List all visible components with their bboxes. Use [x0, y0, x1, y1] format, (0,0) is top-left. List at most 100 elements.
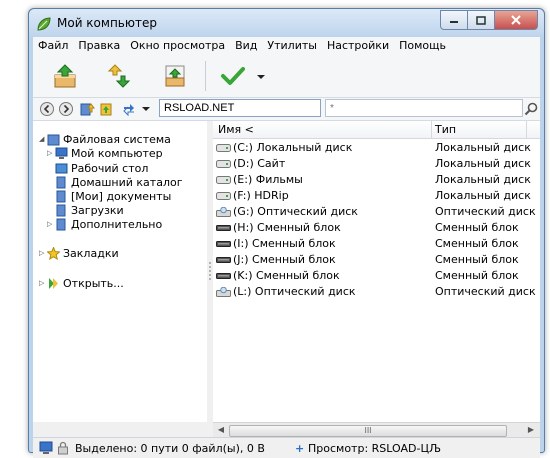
tree-item-my-computer[interactable]: ▷ Мой компьютер: [47, 146, 163, 160]
menu-edit[interactable]: Правка: [73, 37, 125, 55]
menu-file[interactable]: Файл: [33, 37, 73, 55]
check-icon: [221, 67, 245, 85]
column-divider[interactable]: [526, 121, 527, 138]
table-row[interactable]: (C:) Локальный диск Локальный диск: [213, 140, 540, 156]
removable-drive-icon: [216, 241, 231, 247]
tree-item-open[interactable]: ▷ Открыть...: [39, 276, 124, 290]
menu-bar: Файл Правка Окно просмотра Вид Утилиты Н…: [33, 37, 540, 55]
tree-item-label: [Мои] документы: [71, 189, 172, 203]
extract-button[interactable]: [51, 63, 79, 89]
tree-item-filesystem[interactable]: ◢ Файловая система: [39, 132, 171, 146]
tree-item-bookmarks[interactable]: ▷ Закладки: [39, 246, 119, 260]
file-list: Имя < Тип (C:) Локальный диск Локальный …: [213, 121, 540, 422]
row-type: Сменный блок: [435, 237, 519, 250]
scroll-left-icon[interactable]: ◀: [215, 425, 227, 436]
tree-collapsed-arrow-icon[interactable]: ▷: [39, 279, 47, 287]
menu-help[interactable]: Помощь: [394, 37, 451, 55]
column-type[interactable]: Тип: [435, 123, 456, 136]
tree-collapsed-arrow-icon[interactable]: ▷: [39, 249, 47, 257]
filter-input[interactable]: [325, 99, 523, 117]
star-icon: [47, 246, 60, 260]
back-icon[interactable]: [39, 101, 55, 117]
search-icon[interactable]: [523, 101, 539, 117]
sync-icon[interactable]: [121, 101, 137, 117]
row-name: (F:) HDRip: [233, 189, 289, 202]
removable-drive-icon: [216, 257, 231, 263]
open-icon: [49, 277, 58, 289]
client-area: Файл Правка Окно просмотра Вид Утилиты Н…: [33, 37, 540, 458]
row-type: Оптический диск: [435, 285, 536, 298]
title-bar[interactable]: Мой компьютер: [29, 9, 544, 37]
removable-drive-icon: [216, 273, 231, 279]
app-leaf-icon: [37, 17, 51, 31]
computer-icon: [39, 441, 53, 454]
test-dropdown-button[interactable]: [255, 63, 267, 89]
table-row[interactable]: (E:) Фильмы Локальный диск: [213, 172, 540, 188]
tree-item-advanced[interactable]: ▷ Дополнительно: [47, 217, 162, 231]
row-name: (C:) Локальный диск: [233, 141, 353, 154]
scroll-right-icon[interactable]: ▶: [525, 425, 537, 436]
toolbar-separator: [205, 61, 206, 91]
add-archive-button[interactable]: [161, 63, 189, 89]
column-divider[interactable]: [431, 121, 432, 138]
tree-item-label: Домашний каталог: [71, 175, 183, 189]
move-arrows-icon: [107, 64, 131, 88]
add-archive-icon: [165, 65, 185, 87]
row-type: Локальный диск: [435, 189, 531, 202]
table-row[interactable]: (F:) HDRip Локальный диск: [213, 188, 540, 204]
table-row[interactable]: (L:) Оптический диск Оптический диск: [213, 284, 540, 300]
folder-tree-icon[interactable]: [99, 101, 115, 117]
tree-expanded-arrow-icon[interactable]: ◢: [39, 135, 47, 143]
minimize-button[interactable]: [440, 10, 468, 30]
hard-drive-icon: [216, 176, 231, 184]
app-window: Мой компьютер Файл Правка Окно просмотра…: [28, 8, 545, 458]
menu-settings[interactable]: Настройки: [322, 37, 394, 55]
horizontal-scrollbar[interactable]: ◀ III ▶: [213, 422, 540, 438]
folder-icon: [56, 190, 66, 202]
optical-drive-icon: [216, 287, 231, 297]
lock-icon: [58, 441, 68, 455]
menu-view[interactable]: Вид: [230, 37, 262, 55]
table-row[interactable]: (H:) Сменный блок Сменный блок: [213, 220, 540, 236]
address-dropdown-icon[interactable]: [141, 101, 151, 117]
window-controls: [440, 10, 538, 30]
tree-collapsed-arrow-icon[interactable]: ▷: [47, 220, 55, 228]
row-type: Сменный блок: [435, 269, 519, 282]
test-button[interactable]: [219, 63, 247, 89]
row-type: Локальный диск: [435, 141, 531, 154]
table-row[interactable]: (K:) Сменный блок Сменный блок: [213, 268, 540, 284]
address-bar: [33, 98, 540, 121]
table-row[interactable]: (I:) Сменный блок Сменный блок: [213, 236, 540, 252]
forward-icon[interactable]: [58, 101, 74, 117]
move-button[interactable]: [105, 63, 133, 89]
menu-view-window[interactable]: Окно просмотра: [125, 37, 230, 55]
tree-collapsed-arrow-icon[interactable]: ▷: [47, 149, 55, 157]
row-name: (D:) Сайт: [233, 157, 286, 170]
tree-item-label: Рабочий стол: [71, 161, 149, 175]
tree-item-downloads[interactable]: Загрузки: [55, 203, 124, 217]
scroll-thumb[interactable]: III: [229, 425, 507, 437]
folder-icon: [56, 176, 66, 188]
tree-item-home[interactable]: Домашний каталог: [55, 175, 183, 189]
table-row[interactable]: (G:) Оптический диск Оптический диск: [213, 204, 540, 220]
maximize-button[interactable]: [468, 10, 495, 30]
hard-drive-icon: [216, 160, 231, 168]
menu-tools[interactable]: Утилиты: [262, 37, 322, 55]
table-row[interactable]: (J:) Сменный блок Сменный блок: [213, 252, 540, 268]
extract-icon: [54, 64, 76, 88]
close-button[interactable]: [495, 10, 538, 30]
close-icon: [511, 15, 521, 25]
tree-item-label: Открыть...: [63, 276, 124, 290]
hard-drive-icon: [216, 192, 231, 200]
column-header: Имя < Тип: [213, 121, 540, 139]
tree-item-label: Файловая система: [63, 132, 171, 146]
address-input[interactable]: [159, 99, 321, 117]
column-name[interactable]: Имя <: [218, 123, 254, 136]
folder-icon: [47, 134, 60, 145]
tree-item-documents[interactable]: [Мои] документы: [55, 189, 171, 203]
hard-drive-icon: [216, 144, 231, 152]
folder-up-icon[interactable]: [79, 101, 95, 117]
table-row[interactable]: (D:) Сайт Локальный диск: [213, 156, 540, 172]
tree-item-desktop[interactable]: Рабочий стол: [55, 161, 148, 175]
desktop-icon: [55, 163, 68, 173]
